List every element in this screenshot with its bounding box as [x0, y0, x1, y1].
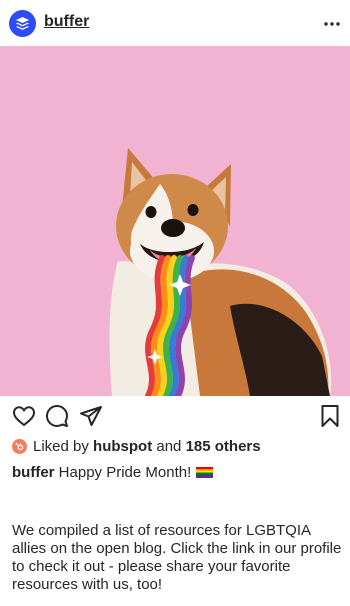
likes-summary[interactable]: Liked by hubspot and 185 others: [12, 438, 261, 455]
corgi-rainbow-illustration: [109, 148, 332, 396]
post-header: buffer: [0, 0, 350, 46]
caption-username[interactable]: buffer: [12, 464, 55, 481]
post-username[interactable]: buffer: [44, 13, 89, 31]
hubspot-icon: [12, 439, 27, 454]
bookmark-icon[interactable]: [318, 404, 342, 428]
likes-others-link[interactable]: 185 others: [186, 438, 261, 455]
heart-icon[interactable]: [12, 404, 36, 428]
buffer-logo-icon: [15, 16, 30, 30]
caption-text: Happy Pride Month!: [58, 464, 192, 481]
rainbow-flag-icon: [196, 467, 214, 478]
paper-plane-icon[interactable]: [79, 404, 103, 428]
caption-headline: buffer Happy Pride Month!: [12, 464, 214, 481]
post-photo[interactable]: [0, 46, 350, 396]
caption-body: We compiled a list of resources for LGBT…: [12, 522, 342, 593]
more-options-button[interactable]: [324, 11, 340, 29]
post-actions: [0, 404, 350, 430]
likes-user-link[interactable]: hubspot: [93, 438, 152, 455]
comment-icon[interactable]: [45, 404, 69, 428]
hubspot-sprocket-icon: [15, 442, 24, 451]
likes-prefix: Liked by: [33, 438, 89, 455]
avatar[interactable]: [9, 10, 36, 37]
more-dots-icon: [324, 22, 340, 26]
likes-middle: and: [156, 438, 182, 455]
